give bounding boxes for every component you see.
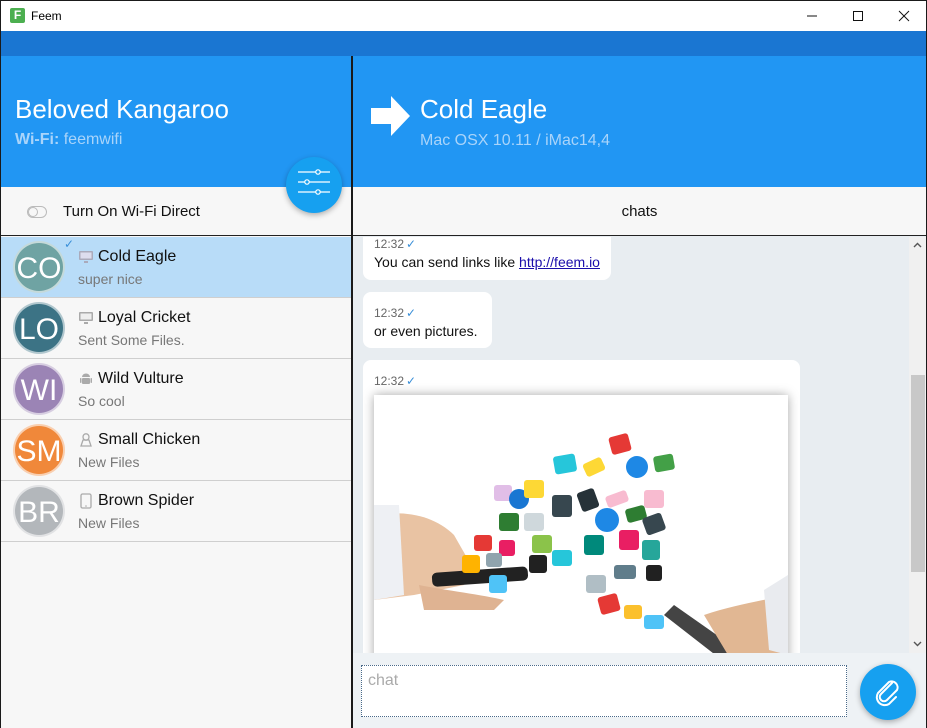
sent-check-icon: ✓ <box>406 306 417 320</box>
chats-tab-bar: chats <box>353 187 926 236</box>
chevron-down-icon <box>913 641 922 647</box>
shared-picture[interactable] <box>374 395 788 653</box>
contact-item-wild-vulture[interactable]: WI Wild Vulture So cool <box>1 359 351 420</box>
chat-input[interactable] <box>361 665 847 717</box>
message-body: You can send links like <box>374 254 520 270</box>
tablet-icon <box>80 493 92 509</box>
arrow-right-icon <box>371 96 410 136</box>
linux-icon <box>80 433 92 447</box>
message-text: You can send links like http://feem.io <box>374 254 600 270</box>
close-button[interactable] <box>881 1 927 31</box>
contact-item-small-chicken[interactable]: SM Small Chicken New Files <box>1 420 351 481</box>
window-title: Feem <box>31 9 62 23</box>
contact-name: Brown Spider <box>98 492 195 509</box>
top-accent-bar <box>1 31 926 56</box>
local-device-name: Beloved Kangaroo <box>15 94 229 124</box>
message-composer <box>353 653 926 728</box>
contact-name: Small Chicken <box>98 431 201 448</box>
avatar: CO <box>13 241 65 293</box>
contact-item-brown-spider[interactable]: BR Brown Spider New Files <box>1 481 351 542</box>
wifi-label: Wi-Fi: <box>15 131 60 148</box>
maximize-button[interactable] <box>835 1 881 31</box>
message-link[interactable]: http://feem.io <box>519 254 600 270</box>
title-bar: F Feem <box>1 1 926 31</box>
sent-check-icon: ✓ <box>406 237 417 251</box>
timestamp: 12:32 <box>374 374 405 388</box>
minimize-button[interactable] <box>789 1 835 31</box>
message-time: 12:32 ✓ <box>374 237 600 251</box>
peer-header: Cold Eagle Mac OSX 10.11 / iMac14,4 <box>353 56 926 187</box>
scroll-down-button[interactable] <box>909 636 926 653</box>
contact-list: CO ✓ Cold Eagle super nice LO Loyal Cric… <box>1 237 351 542</box>
contact-last-message: So cool <box>78 393 125 409</box>
message-bubble: 12:32 ✓ You can send links like http://fe… <box>363 237 611 280</box>
apps-picture-illustration <box>374 395 788 653</box>
contact-last-message: Sent Some Files. <box>78 332 185 348</box>
close-icon <box>898 10 910 22</box>
message-list: 12:32 ✓ You can send links like http://fe… <box>353 237 909 653</box>
chat-pane: Cold Eagle Mac OSX 10.11 / iMac14,4 chat… <box>353 56 926 728</box>
sliders-icon <box>298 169 330 195</box>
avatar: BR <box>13 485 65 537</box>
scroll-up-button[interactable] <box>909 237 926 254</box>
pane-divider[interactable] <box>351 56 353 728</box>
contact-last-message: super nice <box>78 271 143 287</box>
contact-item-cold-eagle[interactable]: CO ✓ Cold Eagle super nice <box>1 237 351 298</box>
contact-name: Wild Vulture <box>98 370 184 387</box>
avatar: WI <box>13 363 65 415</box>
attach-file-button[interactable] <box>860 664 916 720</box>
wifi-info: Wi-Fi: feemwifi <box>15 131 122 149</box>
message-time: 12:32 ✓ <box>374 374 789 388</box>
feem-logo-icon: F <box>10 8 25 23</box>
contact-name: Cold Eagle <box>98 248 177 265</box>
peer-name: Cold Eagle <box>420 94 548 124</box>
avatar: LO <box>13 302 65 354</box>
chevron-up-icon <box>913 242 922 248</box>
check-icon: ✓ <box>64 237 75 251</box>
contact-name: Loyal Cricket <box>98 309 191 326</box>
timestamp: 12:32 <box>374 237 405 251</box>
desktop-icon <box>79 312 93 324</box>
wifi-direct-toggle[interactable] <box>27 206 47 218</box>
wifi-network-name: feemwifi <box>63 131 123 148</box>
app-window: F Feem Beloved Kangaroo Wi-Fi: feemwifi <box>0 0 927 728</box>
paperclip-icon <box>875 680 899 707</box>
contact-last-message: New Files <box>78 454 140 470</box>
android-icon <box>80 373 92 384</box>
contact-item-loyal-cricket[interactable]: LO Loyal Cricket Sent Some Files. <box>1 298 351 359</box>
wifi-direct-label: Turn On Wi-Fi Direct <box>63 203 200 220</box>
timestamp: 12:32 <box>374 306 405 320</box>
sent-check-icon: ✓ <box>406 374 417 388</box>
message-bubble: 12:32 ✓ or even pictures. <box>363 292 492 348</box>
devices-pane: Beloved Kangaroo Wi-Fi: feemwifi Turn On… <box>1 56 351 728</box>
settings-button[interactable] <box>286 157 342 213</box>
message-bubble-image: 12:32 ✓ <box>363 360 800 653</box>
maximize-icon <box>853 11 863 21</box>
tab-chats[interactable]: chats <box>353 203 926 220</box>
avatar: SM <box>13 424 65 476</box>
message-scrollbar[interactable] <box>909 237 926 653</box>
message-time: 12:32 ✓ <box>374 306 481 320</box>
message-text: or even pictures. <box>374 323 478 339</box>
peer-os: Mac OSX 10.11 / iMac14,4 <box>420 132 611 149</box>
scrollbar-thumb[interactable] <box>911 375 925 572</box>
minimize-icon <box>807 15 817 17</box>
contact-last-message: New Files <box>78 515 140 531</box>
desktop-icon <box>79 251 93 263</box>
